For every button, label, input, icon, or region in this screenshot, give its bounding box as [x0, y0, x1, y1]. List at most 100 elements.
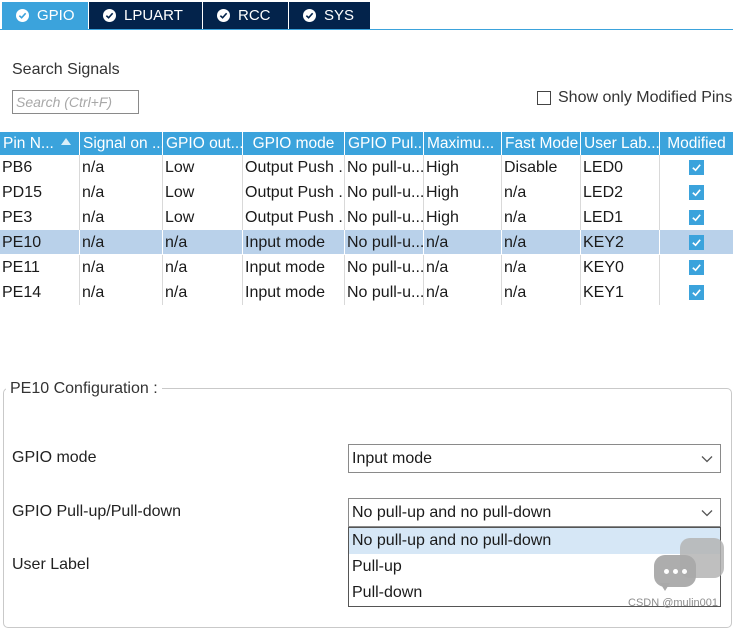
dropdown-option[interactable]: No pull-up and no pull-down	[349, 528, 720, 554]
cell-pin: PE10	[0, 230, 80, 255]
cell-modified	[660, 205, 733, 230]
check-circle-icon	[303, 9, 316, 22]
cell-signal: n/a	[80, 155, 163, 180]
tab-bar: GPIO LPUART RCC SYS	[0, 0, 733, 29]
gpio-mode-value: Input mode	[352, 450, 433, 467]
tab-lpuart[interactable]: LPUART	[89, 2, 202, 29]
tab-label: SYS	[324, 7, 355, 24]
cell-user-label: LED0	[581, 155, 660, 180]
gpio-mode-select[interactable]: Input mode	[348, 444, 721, 473]
gpio-pull-label: GPIO Pull-up/Pull-down	[12, 503, 181, 520]
user-label-label: User Label	[12, 556, 90, 573]
cell-modified	[660, 230, 733, 255]
table-row[interactable]: PE11 n/a n/a Input mode No pull-u... n/a n/a KE…	[0, 255, 733, 280]
search-input[interactable]	[12, 90, 139, 114]
tab-sys[interactable]: SYS	[289, 2, 370, 29]
cell-max-speed: High	[424, 205, 502, 230]
cell-max-speed: High	[424, 180, 502, 205]
column-header-signal[interactable]: Signal on ...	[80, 132, 163, 155]
cell-gpio-output: Low	[163, 205, 243, 230]
table-row[interactable]: PD15 n/a Low Output Push ... No pull-u... Hig…	[0, 180, 733, 205]
column-header-gpio-output[interactable]: GPIO out...	[163, 132, 243, 155]
cell-gpio-mode: Output Push ...	[243, 155, 345, 180]
cell-pin: PE14	[0, 280, 80, 305]
check-circle-icon	[16, 9, 29, 22]
chevron-down-icon	[701, 456, 713, 463]
table-row[interactable]: PB6 n/a Low Output Push ... No pull-u... High…	[0, 155, 733, 180]
cell-modified	[660, 280, 733, 305]
sort-ascending-icon	[61, 138, 71, 145]
cell-modified	[660, 180, 733, 205]
cell-fast-mode: Disable	[502, 155, 581, 180]
cell-user-label: KEY2	[581, 230, 660, 255]
cell-fast-mode: n/a	[502, 230, 581, 255]
modified-checkbox-checked-icon	[689, 235, 704, 250]
cell-user-label: KEY0	[581, 255, 660, 280]
cell-signal: n/a	[80, 205, 163, 230]
table-row[interactable]: PE10 n/a n/a Input mode No pull-u... n/a n/a KE…	[0, 230, 733, 255]
cell-user-label: LED2	[581, 180, 660, 205]
cell-max-speed: n/a	[424, 255, 502, 280]
column-header-label: Pin N...	[3, 135, 54, 152]
tab-underline	[0, 29, 733, 30]
cell-gpio-output: n/a	[163, 255, 243, 280]
modified-checkbox-checked-icon	[689, 185, 704, 200]
modified-checkbox-checked-icon	[689, 260, 704, 275]
column-header-gpio-mode[interactable]: GPIO mode	[243, 132, 345, 155]
cell-modified	[660, 155, 733, 180]
cell-max-speed: High	[424, 155, 502, 180]
check-circle-icon	[217, 9, 230, 22]
cell-gpio-mode: Input mode	[243, 255, 345, 280]
cell-signal: n/a	[80, 280, 163, 305]
cell-max-speed: n/a	[424, 230, 502, 255]
cell-gpio-mode: Output Push ...	[243, 205, 345, 230]
column-header-gpio-pull[interactable]: GPIO Pul...	[345, 132, 424, 155]
cell-gpio-pull: No pull-u...	[345, 155, 424, 180]
cell-gpio-pull: No pull-u...	[345, 280, 424, 305]
table-row[interactable]: PE14 n/a n/a Input mode No pull-u... n/a n/a KE…	[0, 280, 733, 305]
cell-gpio-output: Low	[163, 180, 243, 205]
tab-label: GPIO	[37, 7, 75, 24]
show-modified-filter[interactable]: Show only Modified Pins	[537, 89, 732, 107]
gpio-pull-select[interactable]: No pull-up and no pull-down	[348, 498, 721, 527]
column-header-fast-mode[interactable]: Fast Mode	[502, 132, 581, 155]
modified-checkbox-checked-icon	[689, 160, 704, 175]
configuration-title: PE10 Configuration :	[6, 380, 162, 398]
cell-pin: PB6	[0, 155, 80, 180]
cell-gpio-pull: No pull-u...	[345, 255, 424, 280]
cell-fast-mode: n/a	[502, 280, 581, 305]
cell-max-speed: n/a	[424, 280, 502, 305]
cell-modified	[660, 255, 733, 280]
gpio-mode-label: GPIO mode	[12, 449, 97, 466]
search-signals-label: Search Signals	[12, 61, 120, 78]
tab-label: RCC	[238, 7, 271, 24]
watermark: CSDN @mulin001	[628, 597, 719, 609]
table-row[interactable]: PE3 n/a Low Output Push ... No pull-u... High…	[0, 205, 733, 230]
cell-pin: PE11	[0, 255, 80, 280]
cell-signal: n/a	[80, 180, 163, 205]
cell-gpio-mode: Output Push ...	[243, 180, 345, 205]
gpio-pull-value: No pull-up and no pull-down	[352, 504, 552, 521]
cell-gpio-output: n/a	[163, 230, 243, 255]
tab-rcc[interactable]: RCC	[203, 2, 288, 29]
column-header-pin[interactable]: Pin N...	[0, 132, 80, 155]
cell-gpio-mode: Input mode	[243, 280, 345, 305]
tab-label: LPUART	[124, 7, 183, 24]
column-header-max-speed[interactable]: Maximu...	[424, 132, 502, 155]
column-header-user-label[interactable]: User Lab...	[581, 132, 660, 155]
cell-gpio-output: n/a	[163, 280, 243, 305]
table-header: Pin N... Signal on ... GPIO out... GPIO …	[0, 132, 733, 155]
cell-gpio-output: Low	[163, 155, 243, 180]
cell-gpio-pull: No pull-u...	[345, 230, 424, 255]
show-modified-label: Show only Modified Pins	[558, 89, 733, 106]
cell-gpio-mode: Input mode	[243, 230, 345, 255]
cell-pin: PD15	[0, 180, 80, 205]
show-modified-checkbox[interactable]	[537, 91, 551, 105]
modified-checkbox-checked-icon	[689, 285, 704, 300]
cell-signal: n/a	[80, 255, 163, 280]
cell-fast-mode: n/a	[502, 255, 581, 280]
tab-gpio[interactable]: GPIO	[2, 2, 88, 29]
cell-gpio-pull: No pull-u...	[345, 180, 424, 205]
pin-table: Pin N... Signal on ... GPIO out... GPIO …	[0, 132, 733, 305]
column-header-modified[interactable]: Modified	[660, 132, 733, 155]
